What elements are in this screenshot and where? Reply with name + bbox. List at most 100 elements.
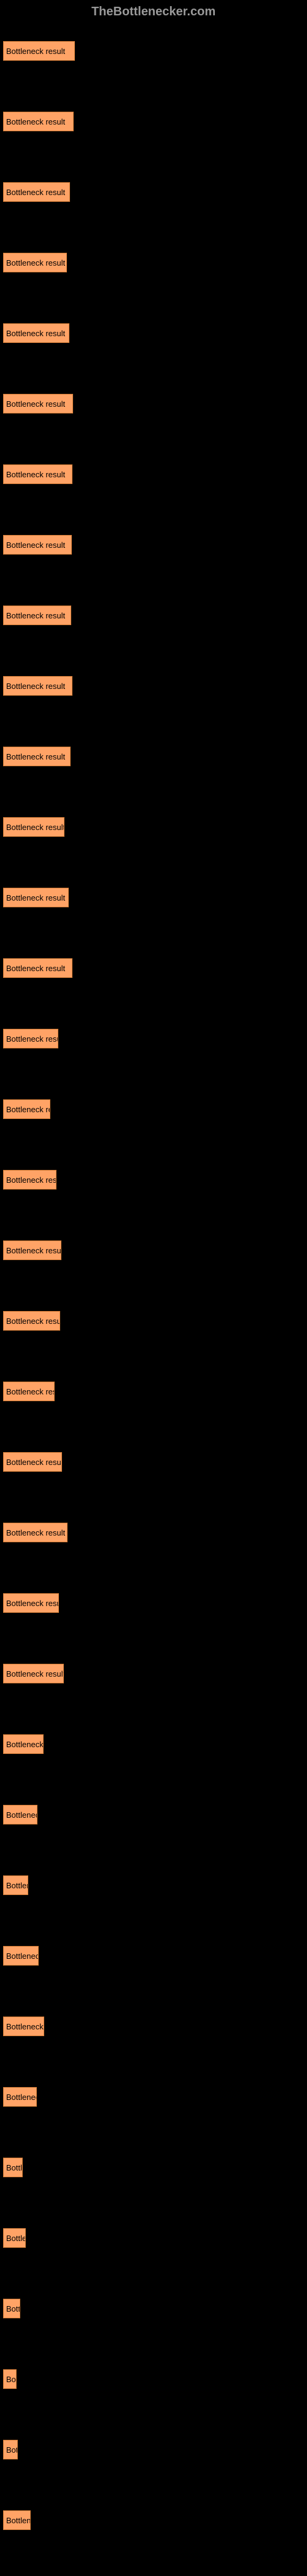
bar-row: Bottleneck result xyxy=(3,453,304,484)
bar-row: Bottleneck result xyxy=(3,1441,304,1472)
bar[interactable]: Bottleneck result xyxy=(3,1029,58,1048)
bar[interactable]: Bottleneck result xyxy=(3,2017,44,2036)
bar-row: Bottleneck result xyxy=(3,2429,304,2459)
bar[interactable]: Bottleneck result xyxy=(3,1099,50,1119)
bar[interactable]: Bottleneck result xyxy=(3,1170,56,1190)
bar[interactable]: Bottleneck result xyxy=(3,1664,64,1683)
bar[interactable]: Bottleneck result xyxy=(3,1734,44,1754)
bar-row: Bottleneck result xyxy=(3,736,304,766)
bar-spacer xyxy=(3,947,304,956)
bar-row: Bottleneck result xyxy=(3,1935,304,1966)
bar-row: Bottleneck result xyxy=(3,1794,304,1824)
bar-spacer xyxy=(3,1018,304,1026)
bar[interactable]: Bottleneck result xyxy=(3,253,67,272)
bar-row: Bottleneck result xyxy=(3,1723,304,1754)
bar-spacer xyxy=(3,665,304,674)
bar-spacer xyxy=(3,1653,304,1661)
bar-spacer xyxy=(3,171,304,180)
bar-row: Bottleneck result xyxy=(3,1229,304,1260)
bar-row: Bottleneck result xyxy=(3,1864,304,1895)
bar[interactable]: Bottleneck result xyxy=(3,1523,68,1542)
bar-spacer xyxy=(3,1935,304,1944)
bar[interactable]: Bottleneck result xyxy=(3,1875,28,1895)
bar-row: Bottleneck result xyxy=(3,2499,304,2530)
bar-row: Bottleneck result xyxy=(3,1582,304,1613)
bar-spacer xyxy=(3,2429,304,2437)
bar[interactable]: Bottleneck result xyxy=(3,1593,59,1613)
bar[interactable]: Bottleneck result xyxy=(3,1805,37,1824)
bar[interactable]: Bottleneck result xyxy=(3,535,72,555)
bar-spacer xyxy=(3,101,304,109)
bar-row: Bottleneck result xyxy=(3,2288,304,2318)
bar[interactable]: Bottleneck result xyxy=(3,1946,39,1966)
bar-spacer xyxy=(3,453,304,462)
bar-spacer xyxy=(3,594,304,603)
bar[interactable]: Bottleneck result xyxy=(3,1311,60,1331)
bar-chart: Bottleneck result Bottleneck result Bottle… xyxy=(0,24,307,2576)
bar[interactable]: Bottleneck result xyxy=(3,1382,55,1401)
bar-row: Bottleneck result xyxy=(3,1371,304,1401)
bar-row: Bottleneck result xyxy=(3,2358,304,2389)
bar[interactable]: Bottleneck result xyxy=(3,676,72,696)
bar[interactable]: Bottleneck result xyxy=(3,2369,17,2389)
bar[interactable]: Bottleneck result xyxy=(3,817,64,837)
bar-row: Bottleneck result xyxy=(3,101,304,131)
bar-row: Bottleneck result xyxy=(3,947,304,978)
bar-spacer xyxy=(3,877,304,885)
bar-spacer xyxy=(3,383,304,391)
bar[interactable]: Bottleneck result xyxy=(3,323,69,343)
bar-spacer xyxy=(3,1229,304,1238)
bar-spacer xyxy=(3,1088,304,1097)
bar-spacer xyxy=(3,806,304,815)
bar-row: Bottleneck result xyxy=(3,1159,304,1190)
bar[interactable]: Bottleneck result xyxy=(3,888,69,907)
bar-row: Bottleneck result xyxy=(3,2217,304,2248)
bar-spacer xyxy=(3,312,304,321)
bar[interactable]: Bottleneck result xyxy=(3,2440,18,2459)
bar[interactable]: Bottleneck result xyxy=(3,1240,61,1260)
bar[interactable]: Bottleneck result xyxy=(3,394,73,413)
bar-row: Bottleneck result xyxy=(3,665,304,696)
bar[interactable]: Bottleneck result xyxy=(3,1452,62,1472)
bar-spacer xyxy=(3,2358,304,2367)
bar-row: Bottleneck result xyxy=(3,312,304,343)
bar-row: Bottleneck result xyxy=(3,594,304,625)
bar-spacer xyxy=(3,524,304,533)
bar[interactable]: Bottleneck result xyxy=(3,2158,23,2177)
bar-spacer xyxy=(3,242,304,250)
bar-row: Bottleneck result xyxy=(3,524,304,555)
bar-spacer xyxy=(3,736,304,744)
bar-row: Bottleneck result xyxy=(3,877,304,907)
bar-row: Bottleneck result xyxy=(3,2005,304,2036)
bar-spacer xyxy=(3,30,304,39)
bar[interactable]: Bottleneck result xyxy=(3,2087,37,2107)
bar[interactable]: Bottleneck result xyxy=(3,958,72,978)
bar-spacer xyxy=(3,1512,304,1520)
bar-row: Bottleneck result xyxy=(3,2147,304,2177)
bar[interactable]: Bottleneck result xyxy=(3,606,71,625)
bar-row: Bottleneck result xyxy=(3,1300,304,1331)
bar-spacer xyxy=(3,2288,304,2296)
bar-spacer xyxy=(3,1723,304,1732)
bar-spacer xyxy=(3,2217,304,2226)
bar[interactable]: Bottleneck result xyxy=(3,2510,31,2530)
bar[interactable]: Bottleneck result xyxy=(3,747,71,766)
bar-spacer xyxy=(3,1371,304,1379)
bar[interactable]: Bottleneck result xyxy=(3,112,74,131)
bar-row: Bottleneck result xyxy=(3,1653,304,1683)
bar-row: Bottleneck result xyxy=(3,1088,304,1119)
bar-spacer xyxy=(3,2076,304,2085)
bar[interactable]: Bottleneck result xyxy=(3,464,72,484)
bar[interactable]: Bottleneck result xyxy=(3,2299,20,2318)
bar-spacer xyxy=(3,2005,304,2014)
bar[interactable]: Bottleneck result xyxy=(3,2228,26,2248)
bar-row: Bottleneck result xyxy=(3,1512,304,1542)
bar[interactable]: Bottleneck result xyxy=(3,41,75,61)
bar[interactable]: Bottleneck result xyxy=(3,182,70,202)
bar-spacer xyxy=(3,1794,304,1802)
bar-spacer xyxy=(3,1300,304,1309)
bar-spacer xyxy=(3,1864,304,1873)
bar-row: Bottleneck result xyxy=(3,2076,304,2107)
site-header: TheBottlenecker.com xyxy=(0,0,307,24)
bar-spacer xyxy=(3,2499,304,2508)
